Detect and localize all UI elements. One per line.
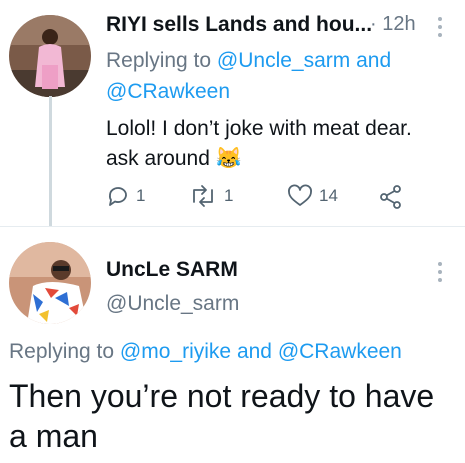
mention-link[interactable]: @Uncle_sarm [217,49,350,72]
replying-to-line: Replying to @mo_riyike and @CRawkeen [9,340,402,364]
tweet-text: Then you’re not ready to have a man [9,378,435,454]
retweet-icon [193,185,213,207]
more-icon[interactable] [438,17,444,37]
cat-emoji: 😹 [215,147,242,170]
avatar-riyi[interactable] [9,15,91,97]
author-handle[interactable]: @Uncle_sarm [106,292,239,316]
reply-button[interactable]: 1 [106,184,145,208]
author-name[interactable]: UncLe SARM [106,258,238,282]
share-button[interactable] [378,184,404,215]
more-icon[interactable] [438,262,444,282]
reply-count: 1 [136,186,146,205]
avatar-image [9,242,91,324]
thread-line [49,96,52,226]
tweet-divider [0,226,465,227]
author-name[interactable]: RIYI sells Lands and hou... [106,13,372,37]
like-button[interactable]: 14 [287,184,338,208]
avatar-unclesarm[interactable] [9,242,91,324]
replying-to-line: Replying to @Uncle_sarm and @CRawkeen [106,45,446,107]
mention-and: and [356,49,392,72]
mention-and: and [236,340,272,363]
retweet-button[interactable]: 1 [188,184,233,208]
like-count: 14 [319,186,338,205]
mention-link[interactable]: @CRawkeen [106,80,230,103]
tweet-text: Lolol! I don’t joke with meat dear. ask … [106,114,446,174]
mention-link[interactable]: @mo_riyike [120,340,231,363]
tweet-body: Lolol! I don’t joke with meat dear. ask … [106,117,412,170]
mention-link[interactable]: @CRawkeen [278,340,402,363]
avatar-image [9,15,91,97]
replying-to-label: Replying to [106,49,212,72]
like-icon [288,184,312,206]
replying-to-label: Replying to [9,340,115,363]
share-icon [380,185,401,209]
tweet-timestamp[interactable]: · 12h [370,13,416,36]
retweet-count: 1 [224,186,234,205]
reply-icon [108,187,127,206]
